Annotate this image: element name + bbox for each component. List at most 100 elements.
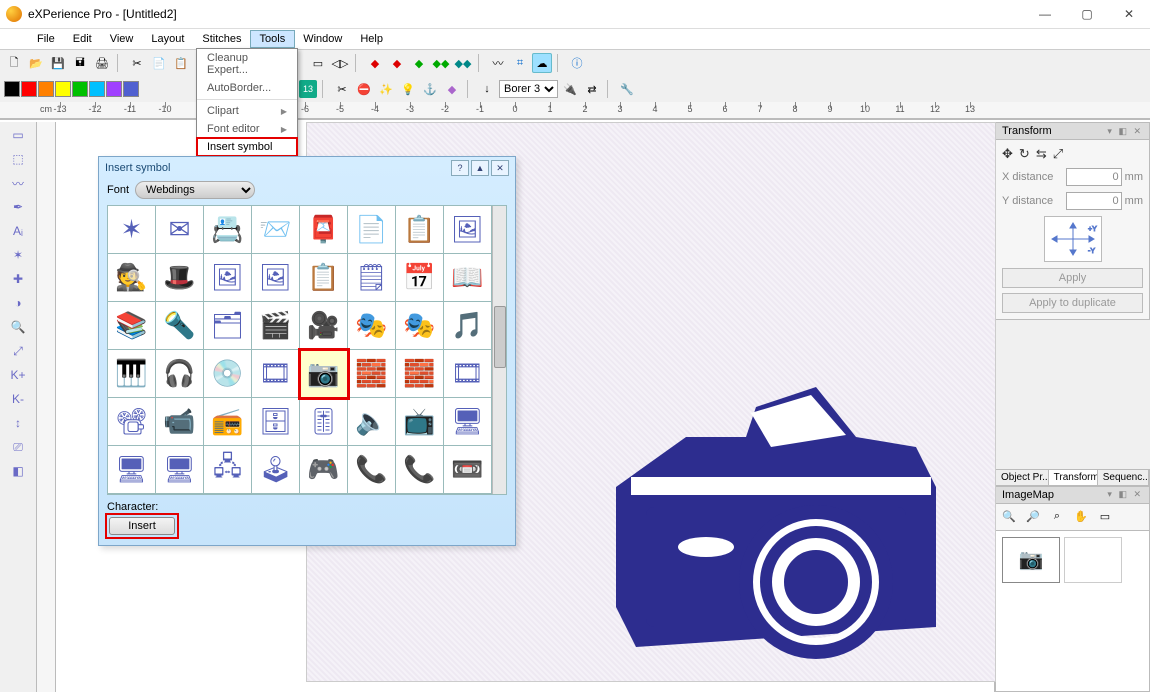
menu-window[interactable]: Window bbox=[294, 31, 351, 47]
diamond-green-icon[interactable]: ◆ bbox=[409, 53, 429, 73]
cloud-icon[interactable]: ☁ bbox=[532, 53, 552, 73]
left-tool-14[interactable]: ◧ bbox=[7, 460, 29, 482]
tools-menu-autoborder-[interactable]: AutoBorder... bbox=[197, 79, 297, 97]
swatch-3[interactable] bbox=[55, 81, 71, 97]
symbol-cell-2-3[interactable]: 🎬 bbox=[252, 302, 300, 350]
symbol-cell-5-6[interactable]: 📞 bbox=[396, 446, 444, 494]
left-tool-7[interactable]: ◑ bbox=[7, 292, 29, 314]
diamond-red2-icon[interactable]: ◆ bbox=[387, 53, 407, 73]
symbol-cell-4-2[interactable]: 📻 bbox=[204, 398, 252, 446]
symbol-cell-3-5[interactable]: 🧱 bbox=[348, 350, 396, 398]
swatch-7[interactable] bbox=[123, 81, 139, 97]
align-icon[interactable]: ▭ bbox=[308, 53, 328, 73]
symbol-cell-0-1[interactable]: ✉ bbox=[156, 206, 204, 254]
y-distance-input[interactable] bbox=[1066, 192, 1122, 210]
swatch-4[interactable] bbox=[72, 81, 88, 97]
mirror-icon[interactable]: ⇆ bbox=[1036, 146, 1047, 162]
symbol-cell-4-6[interactable]: 📺 bbox=[396, 398, 444, 446]
stop-icon[interactable]: ⛔ bbox=[354, 79, 374, 99]
info-icon[interactable]: ⓘ bbox=[567, 53, 587, 73]
close-button[interactable]: ✕ bbox=[1108, 0, 1150, 28]
gem-icon[interactable]: ◆ bbox=[442, 79, 462, 99]
copy-icon[interactable]: 📄 bbox=[149, 53, 169, 73]
curve-icon[interactable]: 〰 bbox=[488, 53, 508, 73]
dialog-rollup-icon[interactable]: ▲ bbox=[471, 160, 489, 176]
symbol-cell-3-7[interactable]: 🎞 bbox=[444, 350, 492, 398]
symbol-cell-0-2[interactable]: 📇 bbox=[204, 206, 252, 254]
left-tool-8[interactable]: 🔍 bbox=[7, 316, 29, 338]
imagemap-thumbnail-empty[interactable] bbox=[1064, 537, 1122, 583]
wireframe-icon[interactable]: ⌗ bbox=[510, 53, 530, 73]
symbol-cell-4-5[interactable]: 🔈 bbox=[348, 398, 396, 446]
zoom-fit-icon[interactable]: ⌕ bbox=[1047, 507, 1067, 527]
symbol-cell-1-2[interactable]: 🖼 bbox=[204, 254, 252, 302]
symbol-cell-1-7[interactable]: 📖 bbox=[444, 254, 492, 302]
new-icon[interactable]: 🗋 bbox=[4, 53, 24, 73]
left-tool-9[interactable]: ⤢ bbox=[7, 340, 29, 362]
open-icon[interactable]: 📂 bbox=[26, 53, 46, 73]
switch-icon[interactable]: ⇄ bbox=[582, 79, 602, 99]
tab-objectpr[interactable]: Object Pr... bbox=[996, 470, 1049, 485]
maximize-button[interactable]: ▢ bbox=[1066, 0, 1108, 28]
print-icon[interactable]: 🖨 bbox=[92, 53, 112, 73]
symbol-cell-0-0[interactable]: ✶ bbox=[108, 206, 156, 254]
paste-icon[interactable]: 📋 bbox=[171, 53, 191, 73]
symbol-cell-0-4[interactable]: 📮 bbox=[300, 206, 348, 254]
left-tool-5[interactable]: ✶ bbox=[7, 244, 29, 266]
symbol-cell-3-4[interactable]: 📷 bbox=[300, 350, 348, 398]
diamond-teal-icon[interactable]: ◆◆ bbox=[453, 53, 473, 73]
plug-icon[interactable]: 🔌 bbox=[560, 79, 580, 99]
left-tool-4[interactable]: Aᵢ bbox=[7, 220, 29, 242]
symbol-cell-0-7[interactable]: 🖼 bbox=[444, 206, 492, 254]
apply-duplicate-button[interactable]: Apply to duplicate bbox=[1002, 293, 1143, 313]
zoom-in-icon[interactable]: 🔍 bbox=[999, 507, 1019, 527]
dialog-close-icon[interactable]: ✕ bbox=[491, 160, 509, 176]
menu-file[interactable]: File bbox=[28, 31, 64, 47]
symbol-cell-1-5[interactable]: 🗒 bbox=[348, 254, 396, 302]
sparkle-icon[interactable]: ✨ bbox=[376, 79, 396, 99]
diamond-red-icon[interactable]: ◆ bbox=[365, 53, 385, 73]
dialog-titlebar[interactable]: Insert symbol ? ▲ ✕ bbox=[99, 157, 515, 179]
swatch-6[interactable] bbox=[106, 81, 122, 97]
symbol-cell-4-4[interactable]: 🎚 bbox=[300, 398, 348, 446]
wrench-icon[interactable]: 🔧 bbox=[617, 79, 637, 99]
borer-select[interactable]: Borer 3 bbox=[499, 80, 558, 98]
minimize-button[interactable]: — bbox=[1024, 0, 1066, 28]
left-tool-11[interactable]: K- bbox=[7, 388, 29, 410]
tools-menu-clipart[interactable]: Clipart bbox=[197, 102, 297, 120]
symbol-cell-0-6[interactable]: 📋 bbox=[396, 206, 444, 254]
symbol-cell-5-7[interactable]: 📼 bbox=[444, 446, 492, 494]
symbol-cell-3-3[interactable]: 🎞 bbox=[252, 350, 300, 398]
symbol-cell-3-6[interactable]: 🧱 bbox=[396, 350, 444, 398]
left-tool-0[interactable]: ▭ bbox=[7, 124, 29, 146]
apply-button[interactable]: Apply bbox=[1002, 268, 1143, 288]
tab-sequenc[interactable]: Sequenc... bbox=[1098, 470, 1149, 485]
symbol-cell-2-6[interactable]: 🎭 bbox=[396, 302, 444, 350]
symbol-cell-1-3[interactable]: 🖼 bbox=[252, 254, 300, 302]
arrow-down-icon[interactable]: ↓ bbox=[477, 79, 497, 99]
menu-edit[interactable]: Edit bbox=[64, 31, 101, 47]
symbol-cell-2-4[interactable]: 🎥 bbox=[300, 302, 348, 350]
insert-button[interactable]: Insert bbox=[109, 517, 175, 535]
left-tool-10[interactable]: K+ bbox=[7, 364, 29, 386]
symbol-cell-1-6[interactable]: 📅 bbox=[396, 254, 444, 302]
symbol-cell-4-0[interactable]: 📽 bbox=[108, 398, 156, 446]
scale-icon[interactable]: ⤢ bbox=[1053, 146, 1063, 162]
symbol-cell-2-5[interactable]: 🎭 bbox=[348, 302, 396, 350]
symbol-cell-4-1[interactable]: 📹 bbox=[156, 398, 204, 446]
symbol-cell-1-0[interactable]: 🕵 bbox=[108, 254, 156, 302]
tools-menu-cleanup-expert-[interactable]: Cleanup Expert... bbox=[197, 49, 297, 79]
imagemap-thumbnail[interactable]: 📷 bbox=[1002, 537, 1060, 583]
symbol-cell-0-5[interactable]: 📄 bbox=[348, 206, 396, 254]
symbol-cell-2-0[interactable]: 📚 bbox=[108, 302, 156, 350]
swatch-5[interactable] bbox=[89, 81, 105, 97]
symbol-cell-3-2[interactable]: 💿 bbox=[204, 350, 252, 398]
symbol-cell-3-1[interactable]: 🎧 bbox=[156, 350, 204, 398]
scissors-icon[interactable]: ✂ bbox=[332, 79, 352, 99]
hand-icon[interactable]: ✋ bbox=[1071, 507, 1091, 527]
direction-widget[interactable]: +Y-Y bbox=[1044, 216, 1102, 262]
flip-h-icon[interactable]: ◁▷ bbox=[330, 53, 350, 73]
move-icon[interactable]: ✥ bbox=[1002, 146, 1013, 162]
save-icon[interactable]: 💾 bbox=[48, 53, 68, 73]
left-tool-2[interactable]: 〰 bbox=[7, 172, 29, 194]
